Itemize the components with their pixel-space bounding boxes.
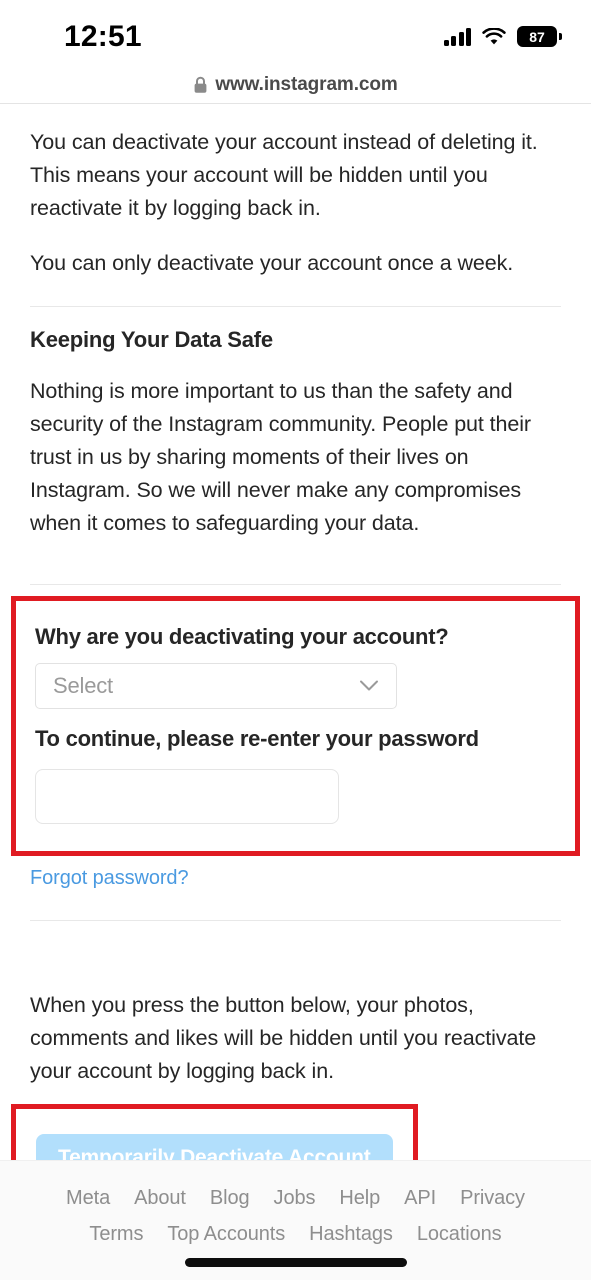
- press-button-note: When you press the button below, your ph…: [30, 993, 537, 1083]
- reason-field-label: Why are you deactivating your account?: [35, 624, 449, 649]
- form-highlight-wrapper: Why are you deactivating your account? S…: [0, 596, 591, 856]
- page-content: You can deactivate your account instead …: [0, 104, 591, 585]
- reason-select[interactable]: Select: [35, 663, 397, 709]
- footer-link-locations[interactable]: Locations: [417, 1223, 502, 1246]
- divider-2: [30, 584, 561, 585]
- battery-percent: 87: [529, 28, 545, 45]
- reason-select-value: Select: [53, 673, 113, 698]
- status-time: 12:51: [64, 20, 142, 53]
- deactivation-form: Why are you deactivating your account? S…: [16, 601, 575, 851]
- lock-icon: [193, 76, 208, 94]
- wifi-icon: [482, 27, 506, 46]
- data-safe-paragraph: Nothing is more important to us than the…: [30, 379, 531, 535]
- footer-link-blog[interactable]: Blog: [210, 1187, 250, 1210]
- footer-link-api[interactable]: API: [404, 1187, 436, 1210]
- footer-link-top-accounts[interactable]: Top Accounts: [167, 1223, 285, 1246]
- home-indicator[interactable]: [184, 1258, 407, 1267]
- status-indicators: 87: [443, 26, 562, 47]
- browser-url-bar[interactable]: www.instagram.com: [0, 66, 591, 104]
- deactivate-frequency-paragraph: You can only deactivate your account onc…: [30, 251, 514, 275]
- forgot-password-link[interactable]: Forgot password?: [30, 867, 189, 890]
- deactivation-form-highlight: Why are you deactivating your account? S…: [11, 596, 580, 856]
- battery-icon: 87: [517, 26, 562, 47]
- data-safe-heading: Keeping Your Data Safe: [30, 327, 273, 352]
- footer-link-privacy[interactable]: Privacy: [460, 1187, 525, 1210]
- password-field-label: To continue, please re-enter your passwo…: [35, 726, 479, 751]
- phone-screen: 12:51 87 www.instagram.com You can deact…: [0, 0, 591, 1280]
- battery-nub: [559, 33, 562, 40]
- status-bar: 12:51 87: [0, 0, 591, 66]
- footer-link-meta[interactable]: Meta: [66, 1187, 110, 1210]
- site-footer: Meta About Blog Jobs Help API Privacy Te…: [0, 1160, 591, 1280]
- footer-link-about[interactable]: About: [134, 1187, 186, 1210]
- footer-link-hashtags[interactable]: Hashtags: [309, 1223, 393, 1246]
- password-input[interactable]: [35, 769, 339, 824]
- deactivate-info-paragraph: You can deactivate your account instead …: [30, 130, 538, 220]
- footer-links-row-2: Terms Top Accounts Hashtags Locations: [0, 1223, 591, 1246]
- footer-link-terms[interactable]: Terms: [89, 1223, 143, 1246]
- footer-links-row-1: Meta About Blog Jobs Help API Privacy: [0, 1187, 591, 1210]
- url-text: www.instagram.com: [215, 73, 398, 95]
- content-lower: Forgot password? When you press the butt…: [0, 856, 591, 1088]
- footer-link-help[interactable]: Help: [339, 1187, 380, 1210]
- cellular-signal-icon: [443, 27, 471, 46]
- footer-link-jobs[interactable]: Jobs: [274, 1187, 316, 1210]
